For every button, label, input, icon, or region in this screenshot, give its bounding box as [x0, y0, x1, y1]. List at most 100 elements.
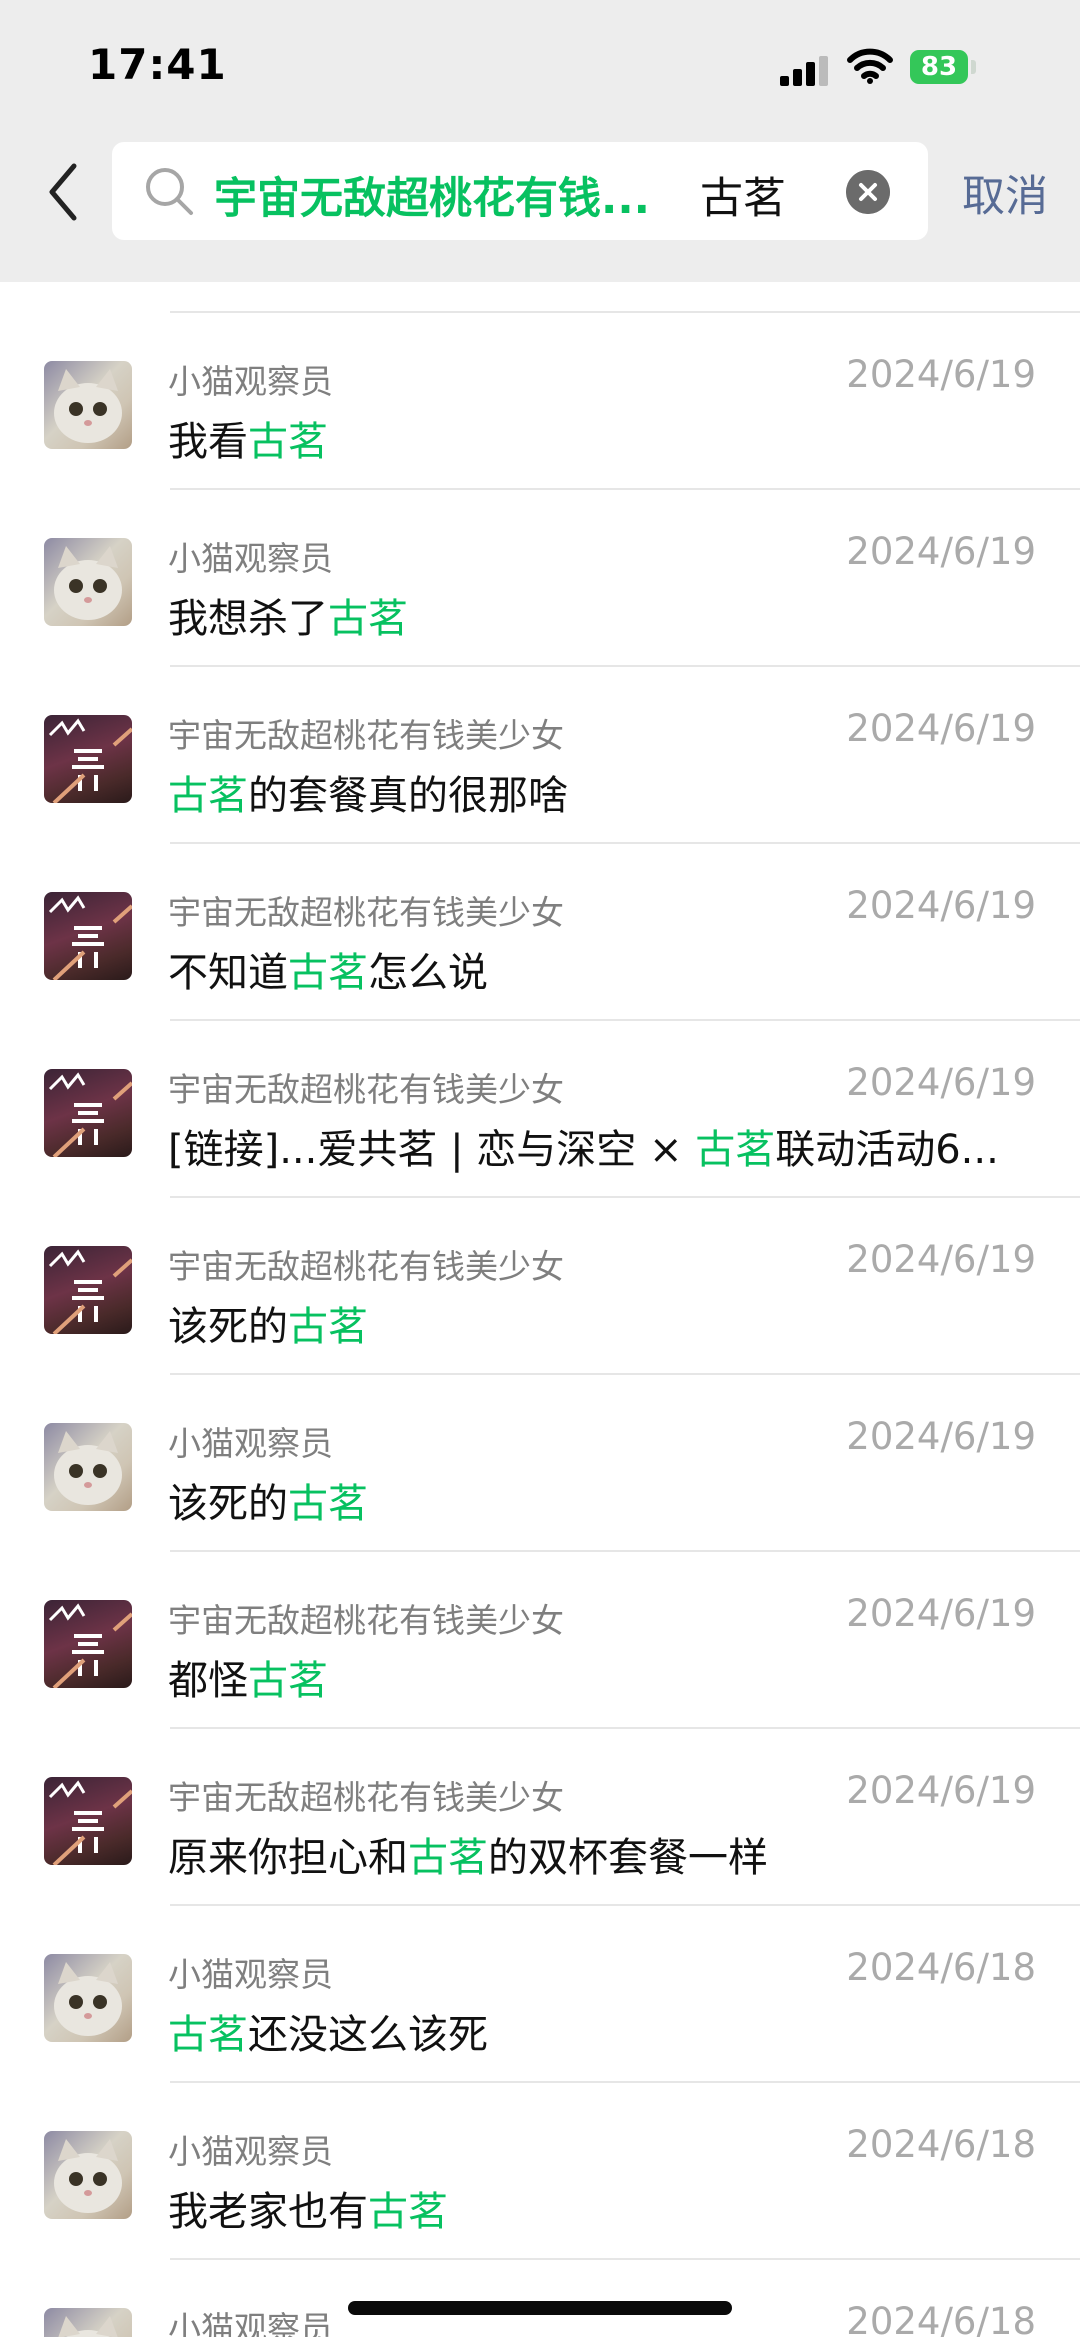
keyword-highlight: 古茗 [288, 950, 368, 996]
wifi-icon [847, 48, 893, 84]
search-icon [146, 168, 193, 215]
message-date: 2024/6/19 [846, 530, 1036, 573]
snippet-text: 的双杯套餐一样 [488, 1835, 768, 1881]
cat-avatar [44, 2131, 132, 2219]
snippet-text: 我想杀了 [168, 596, 328, 642]
keyword-highlight: 古茗 [368, 2189, 448, 2235]
snippet-text: 原来你担心和 [168, 1835, 408, 1881]
cat-avatar [44, 2308, 132, 2337]
message-snippet: 不知道古茗怎么说 [168, 940, 488, 998]
snippet-text: [链接]...爱共茗 | 恋与深空 × [168, 1127, 696, 1173]
sender-name: 宇宙无敌超桃花有钱美少女 [168, 893, 564, 932]
chat-filter-chip[interactable]: 宇宙无敌超桃花有钱... [214, 164, 650, 226]
keyword-highlight: 古茗 [168, 773, 248, 819]
message-date: 2024/6/19 [846, 1061, 1036, 1104]
cat-avatar [44, 1423, 132, 1511]
message-snippet: 都怪古茗 [168, 1648, 328, 1706]
snippet-text: 不知道 [168, 950, 288, 996]
keyword-highlight: 古茗 [288, 1481, 368, 1527]
snippet-text: 都怪 [168, 1658, 248, 1704]
snippet-text: 该死的 [168, 1304, 288, 1350]
cat-avatar [44, 1954, 132, 2042]
keyword-highlight: 古茗 [168, 2012, 248, 2058]
search-header: 17:41 83 宇宙无敌超桃花有钱... 古茗 取消 [0, 0, 1080, 282]
sender-name: 宇宙无敌超桃花有钱美少女 [168, 1778, 564, 1817]
list-item[interactable]: 宇宙无敌超桃花有钱美少女 2024/6/19 该死的古茗 [0, 1198, 1080, 1375]
snippet-text: 联动活动6... [775, 1127, 999, 1173]
list-item[interactable]: 小猫观察员 2024/6/19 我想杀了古茗 [0, 490, 1080, 667]
keyword-highlight: 古茗 [248, 419, 328, 465]
message-date: 2024/6/19 [846, 1592, 1036, 1635]
sender-name: 小猫观察员 [168, 539, 333, 578]
message-snippet: 古茗的套餐真的很那啥 [168, 763, 568, 821]
sender-name: 宇宙无敌超桃花有钱美少女 [168, 1601, 564, 1640]
snippet-text: 该死的 [168, 1481, 288, 1527]
sender-name: 宇宙无敌超桃花有钱美少女 [168, 1247, 564, 1286]
message-snippet: 该死的古茗 [168, 1471, 368, 1529]
list-item[interactable]: 宇宙无敌超桃花有钱美少女 2024/6/19 不知道古茗怎么说 [0, 844, 1080, 1021]
cancel-button[interactable]: 取消 [962, 162, 1048, 224]
keyword-highlight: 古茗 [695, 1127, 776, 1173]
sender-name: 小猫观察员 [168, 1955, 333, 1994]
message-date: 2024/6/19 [846, 1238, 1036, 1281]
back-button[interactable] [40, 158, 90, 226]
list-item[interactable]: 小猫观察员 2024/6/18 古茗还没这么该死 [0, 1906, 1080, 2083]
message-date: 2024/6/19 [846, 884, 1036, 927]
sender-name: 小猫观察员 [168, 1424, 333, 1463]
search-input[interactable]: 宇宙无敌超桃花有钱... 古茗 [112, 142, 928, 240]
sender-name: 小猫观察员 [168, 2132, 333, 2171]
dark-avatar [44, 1600, 132, 1688]
keyword-highlight: 古茗 [248, 1658, 328, 1704]
list-item[interactable]: 宇宙无敌超桃花有钱美少女 2024/6/19 [链接]...爱共茗 | 恋与深空 ×… [0, 1021, 1080, 1198]
list-item[interactable]: 小猫观察员 2024/6/18 [0, 2260, 1080, 2337]
message-snippet: 古茗还没这么该死 [168, 2002, 488, 2060]
message-snippet: 我想杀了古茗 [168, 586, 408, 644]
home-indicator [348, 2301, 732, 2315]
keyword-highlight: 古茗 [408, 1835, 488, 1881]
list-item[interactable]: 宇宙无敌超桃花有钱美少女 2024/6/19 都怪古茗 [0, 1552, 1080, 1729]
cat-avatar [44, 361, 132, 449]
list-item[interactable]: 小猫观察员 2024/6/18 我老家也有古茗 [0, 2083, 1080, 2260]
message-date: 2024/6/18 [846, 2300, 1036, 2337]
dark-avatar [44, 892, 132, 980]
keyword-highlight: 古茗 [328, 596, 408, 642]
snippet-text: 的套餐真的很那啥 [248, 773, 568, 819]
snippet-text: 怎么说 [368, 950, 488, 996]
sender-name: 宇宙无敌超桃花有钱美少女 [168, 716, 564, 755]
sender-name: 小猫观察员 [168, 2309, 333, 2337]
sender-name: 宇宙无敌超桃花有钱美少女 [168, 1070, 564, 1109]
sender-name: 小猫观察员 [168, 362, 333, 401]
message-date: 2024/6/19 [846, 1769, 1036, 1812]
snippet-text: 我看 [168, 419, 248, 465]
message-snippet: [链接]...爱共茗 | 恋与深空 × 古茗联动活动6... [168, 1117, 999, 1175]
message-date: 2024/6/18 [846, 2123, 1036, 2166]
battery-cap [971, 60, 976, 74]
keyword-highlight: 古茗 [288, 1304, 368, 1350]
battery-icon: 83 [910, 50, 968, 84]
list-item[interactable]: 小猫观察员 2024/6/19 该死的古茗 [0, 1375, 1080, 1552]
clear-search-button[interactable] [846, 170, 890, 214]
message-snippet: 我老家也有古茗 [168, 2179, 448, 2237]
cellular-signal-icon [780, 56, 830, 86]
message-snippet: 我看古茗 [168, 409, 328, 467]
dark-avatar [44, 1246, 132, 1334]
status-time: 17:41 [88, 40, 227, 89]
search-query-text[interactable]: 古茗 [700, 164, 786, 226]
list-item[interactable]: 宇宙无敌超桃花有钱美少女 2024/6/19 古茗的套餐真的很那啥 [0, 667, 1080, 844]
message-date: 2024/6/19 [846, 707, 1036, 750]
list-item[interactable]: 宇宙无敌超桃花有钱美少女 2024/6/19 原来你担心和古茗的双杯套餐一样 [0, 1729, 1080, 1906]
dark-avatar [44, 1069, 132, 1157]
snippet-text: 还没这么该死 [248, 2012, 488, 2058]
dark-avatar [44, 715, 132, 803]
cat-avatar [44, 538, 132, 626]
dark-avatar [44, 1777, 132, 1865]
snippet-text: 我老家也有 [168, 2189, 368, 2235]
message-snippet: 该死的古茗 [168, 1294, 368, 1352]
status-icons: 83 [780, 48, 1030, 88]
message-date: 2024/6/19 [846, 1415, 1036, 1458]
list-item[interactable]: 小猫观察员 2024/6/19 我看古茗 [0, 313, 1080, 490]
message-date: 2024/6/19 [846, 353, 1036, 396]
message-snippet: 原来你担心和古茗的双杯套餐一样 [168, 1825, 768, 1883]
search-results-list: 小猫观察员 2024/6/19 我看古茗 小猫观察员 2024/6/19 我想杀了古茗 宇宙… [0, 282, 1080, 2337]
message-date: 2024/6/18 [846, 1946, 1036, 1989]
